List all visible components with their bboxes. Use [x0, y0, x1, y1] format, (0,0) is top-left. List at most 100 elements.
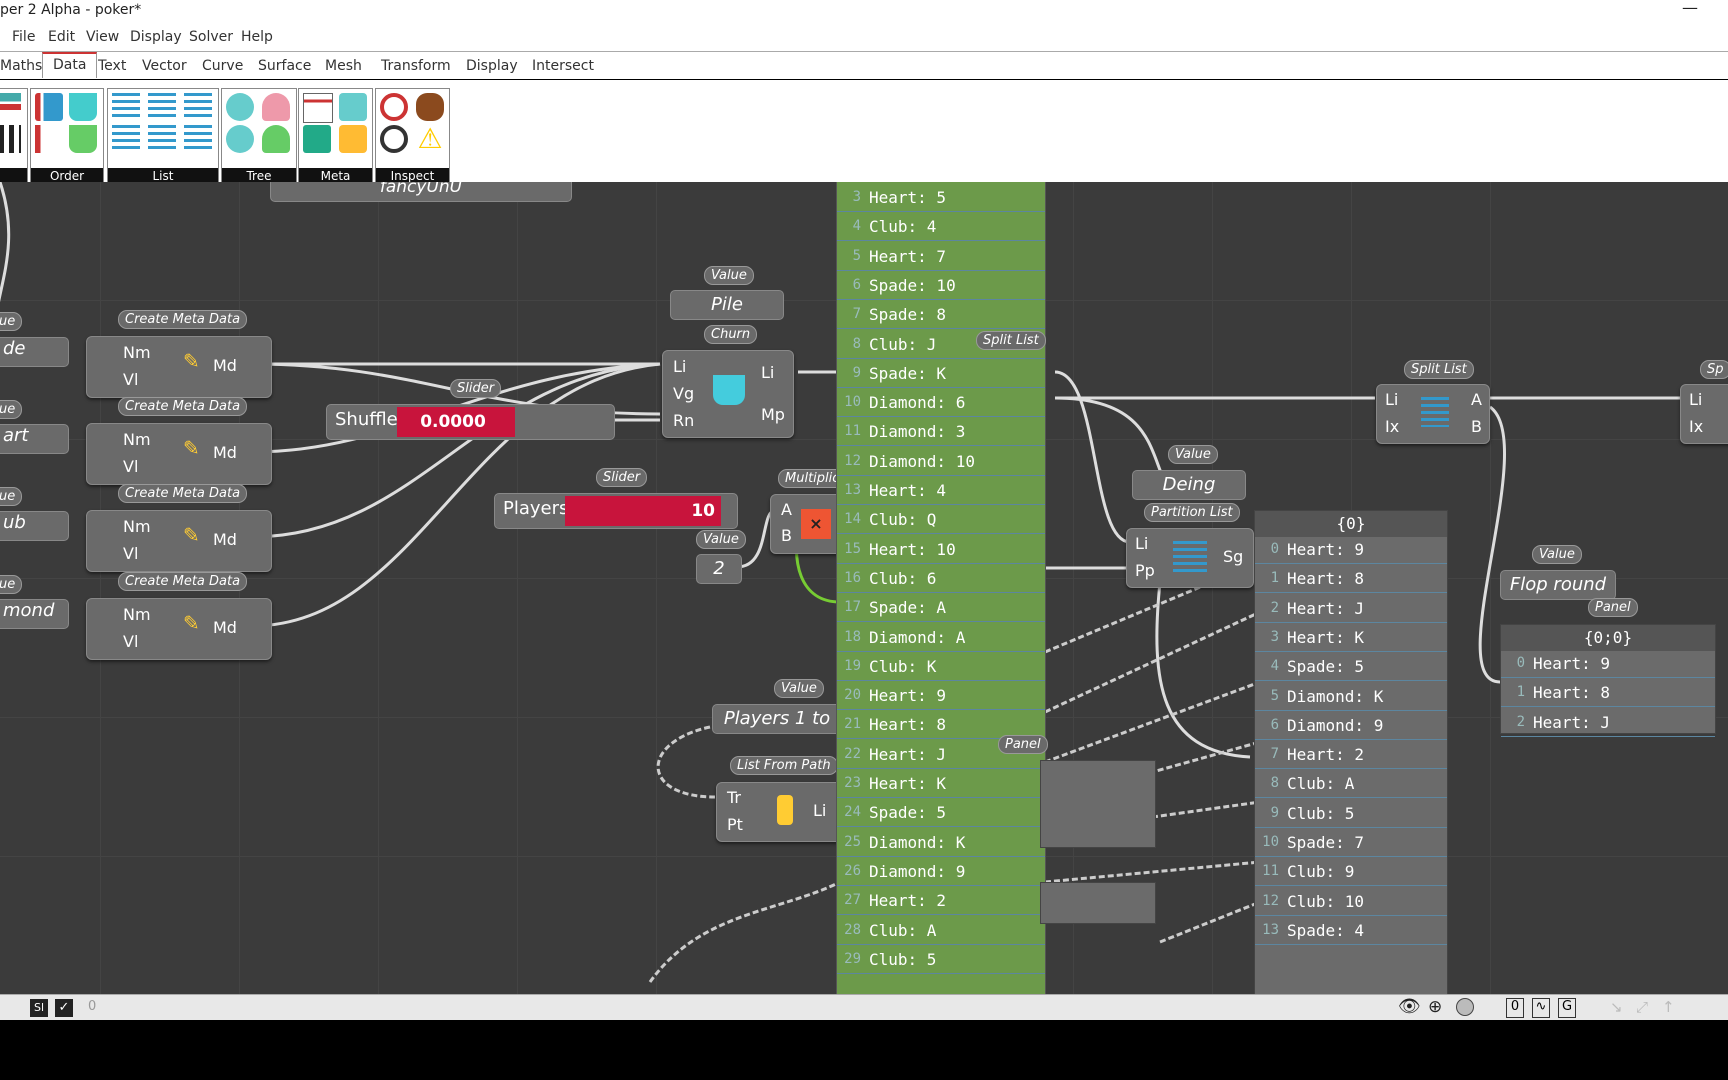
- inspect-search-icon[interactable]: [380, 125, 408, 153]
- players-slider-value[interactable]: 10: [565, 496, 721, 526]
- row-text: Club: A: [869, 920, 937, 940]
- minimize-button[interactable]: —: [1682, 0, 1698, 17]
- row-index: 0: [1270, 541, 1279, 557]
- row-index: 3: [852, 189, 861, 205]
- sort-numbers-icon[interactable]: [35, 125, 63, 153]
- g-icon[interactable]: G: [1558, 998, 1576, 1018]
- deck-panel-row: 6 Spade: 10: [837, 273, 1045, 300]
- split-list-icon[interactable]: [148, 125, 176, 153]
- bucket-icon[interactable]: [69, 93, 97, 121]
- menu-help[interactable]: Help: [241, 29, 273, 45]
- tab-data[interactable]: Data: [42, 52, 98, 78]
- tab-surface[interactable]: Surface: [258, 58, 311, 74]
- menu-display[interactable]: Display: [130, 29, 182, 45]
- multiplication-component[interactable]: A B ×: [770, 494, 842, 554]
- row-index: 20: [844, 687, 861, 704]
- tree-simplify-icon[interactable]: [226, 125, 254, 153]
- value-node-2[interactable]: art: [0, 424, 69, 454]
- sort-list-icon[interactable]: [35, 93, 63, 121]
- inspect-magnifier-icon[interactable]: [380, 93, 408, 121]
- create-meta-data-4[interactable]: Nm Vl Md ✎: [86, 598, 272, 660]
- split-list-component-2[interactable]: Li Ix: [1680, 384, 1728, 444]
- up-arrow-icon[interactable]: ↑: [1662, 998, 1675, 1016]
- small-panel-2[interactable]: [1040, 882, 1156, 924]
- list-item-icon[interactable]: [112, 93, 140, 121]
- list-length-icon[interactable]: [148, 93, 176, 121]
- create-meta-data-2[interactable]: Nm Vl Md ✎: [86, 423, 272, 485]
- flop-round-node[interactable]: Flop round: [1500, 570, 1616, 600]
- deing-value-node[interactable]: Deing: [1132, 470, 1246, 500]
- shuffle-slider[interactable]: Shuffle 0.0000: [326, 404, 615, 440]
- partition-panel-row: 9 Club: 5: [1255, 801, 1447, 828]
- menu-solver[interactable]: Solver: [189, 29, 233, 45]
- menu-view[interactable]: View: [86, 29, 119, 45]
- row-text: Heart: 2: [1287, 745, 1365, 765]
- shuffle-slider-value[interactable]: 0.0000: [397, 407, 515, 437]
- tab-maths[interactable]: Maths: [0, 58, 42, 74]
- ribbon-group-partial: [0, 88, 28, 185]
- list-from-path-component[interactable]: Tr Pt Li: [716, 782, 842, 842]
- menu-edit[interactable]: Edit: [48, 29, 75, 45]
- players-slider[interactable]: Players 10: [494, 493, 738, 529]
- tab-vector[interactable]: Vector: [142, 58, 187, 74]
- tab-text[interactable]: Text: [98, 58, 126, 74]
- tab-display[interactable]: Display: [466, 58, 518, 74]
- tab-intersect[interactable]: Intersect: [532, 58, 594, 74]
- sub-list-icon[interactable]: [112, 125, 140, 153]
- partition-list-component[interactable]: Li Pp Sg: [1126, 528, 1254, 588]
- zero-icon[interactable]: 0: [1506, 998, 1524, 1018]
- reverse-list-icon[interactable]: [184, 93, 212, 121]
- split-list-component[interactable]: Li Ix A B: [1376, 384, 1490, 444]
- small-panel-1[interactable]: [1040, 760, 1156, 848]
- checker-icon[interactable]: [0, 125, 21, 153]
- check-icon[interactable]: ✓: [55, 999, 73, 1017]
- create-meta-data-1[interactable]: Nm Vl Md ✎: [86, 336, 272, 398]
- arrow-icon[interactable]: ↘: [1610, 998, 1623, 1016]
- tab-mesh[interactable]: Mesh: [325, 58, 362, 74]
- row-text: Heart: 9: [869, 686, 947, 706]
- meta-name-icon[interactable]: [303, 125, 331, 153]
- value-node-4[interactable]: mond: [0, 599, 69, 629]
- tree-flatten-icon[interactable]: [226, 93, 254, 121]
- row-text: Diamond: 9: [1287, 715, 1384, 735]
- expand-icon[interactable]: ⤢: [1636, 998, 1648, 1016]
- players-1-to-node[interactable]: Players 1 to: [712, 704, 842, 734]
- sphere-icon[interactable]: [1456, 998, 1474, 1016]
- eye-icon[interactable]: 👁: [1398, 996, 1421, 1017]
- value-node-3[interactable]: ub: [0, 511, 69, 541]
- tab-curve[interactable]: Curve: [202, 58, 243, 74]
- tree-shift-icon[interactable]: [262, 125, 290, 153]
- meta-query-icon[interactable]: [339, 125, 367, 153]
- row-text: Diamond: 10: [869, 451, 975, 471]
- partition-panel[interactable]: {0} 0 Heart: 9 1 Heart: 8 2 Heart: J 3 Heart: K…: [1254, 510, 1448, 994]
- fancyunu-node[interactable]: fancyUnU: [270, 182, 572, 202]
- menu-file[interactable]: File: [12, 29, 35, 45]
- curve-icon[interactable]: ∿: [1532, 998, 1550, 1018]
- deck-panel-row: 25 Diamond: K: [837, 830, 1045, 857]
- row-index: 14: [844, 511, 861, 528]
- meta-lookup-icon[interactable]: [339, 93, 367, 121]
- deck-panel-row: 16 Club: 6: [837, 566, 1045, 593]
- canvas[interactable]: fancyUnU ue de ue art ue ub ue mond Crea…: [0, 182, 1728, 994]
- row-text: Heart: 8: [869, 715, 947, 735]
- tree-graft-icon[interactable]: [262, 93, 290, 121]
- value-node-1[interactable]: de: [0, 337, 69, 367]
- sort-icon[interactable]: [0, 93, 21, 121]
- deck-panel[interactable]: 3 Heart: 5 4 Club: 4 5 Heart: 7 6 Spade: 10 7 Spa…: [836, 182, 1046, 994]
- warning-icon[interactable]: ⚠: [416, 125, 444, 153]
- sl-icon[interactable]: Sl: [30, 999, 48, 1017]
- shuffle-bucket-icon[interactable]: [69, 125, 97, 153]
- two-value-node[interactable]: 2: [696, 554, 742, 584]
- row-index: 0: [1516, 655, 1525, 671]
- row-text: Diamond: 6: [869, 393, 966, 413]
- churn-component[interactable]: Li Vg Rn Li Mp: [662, 350, 794, 438]
- globe-icon[interactable]: ⊕: [1428, 997, 1442, 1017]
- pile-value-node[interactable]: Pile: [670, 290, 784, 320]
- partition-list-icon[interactable]: [184, 125, 212, 153]
- stump-icon[interactable]: [416, 93, 444, 121]
- tab-transform[interactable]: Transform: [381, 58, 451, 74]
- create-meta-data-3[interactable]: Nm Vl Md ✎: [86, 510, 272, 572]
- flop-panel[interactable]: {0;0} 0 Heart: 9 1 Heart: 8 2 Heart: J: [1500, 624, 1716, 737]
- meta-data-icon[interactable]: [303, 93, 333, 123]
- partition-panel-row: 0 Heart: 9: [1255, 537, 1447, 564]
